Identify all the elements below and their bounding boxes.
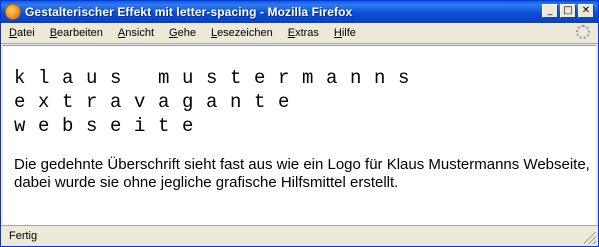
menu-extras[interactable]: Extras	[280, 27, 326, 39]
status-bar: Fertig	[1, 225, 598, 246]
minimize-button[interactable]: _	[542, 4, 558, 18]
status-text: Fertig	[9, 230, 38, 242]
logo-line-2: extravagante	[14, 91, 303, 113]
firefox-icon[interactable]	[5, 4, 21, 20]
menu-hilfe[interactable]: Hilfe	[326, 27, 363, 39]
window-controls: _ □ ✕	[542, 4, 594, 18]
menu-lesezeichen[interactable]: Lesezeichen	[203, 27, 280, 39]
title-bar[interactable]: Gestalterischer Effekt mit letter-spacin…	[1, 1, 598, 23]
menu-ansicht[interactable]: Ansicht	[110, 27, 161, 39]
logo-line-3: webseite	[14, 115, 207, 137]
menu-bearbeiten[interactable]: Bearbeiten	[42, 27, 110, 39]
resize-grip-icon[interactable]	[584, 232, 596, 244]
logo-heading: klaus mustermanns extravagante webseite	[14, 66, 596, 138]
description-paragraph: Die gedehnte Überschrift sieht fast aus …	[14, 156, 590, 191]
close-button[interactable]: ✕	[578, 4, 594, 18]
logo-line-1: klaus mustermanns	[14, 67, 423, 89]
menu-gehe[interactable]: Gehe	[161, 27, 203, 39]
menu-datei[interactable]: Datei	[1, 27, 42, 39]
browser-window: Gestalterischer Effekt mit letter-spacin…	[0, 0, 599, 247]
page-content[interactable]: klaus mustermanns extravagante webseite …	[3, 45, 596, 225]
window-title: Gestalterischer Effekt mit letter-spacin…	[25, 5, 353, 19]
maximize-button[interactable]: □	[560, 4, 576, 18]
throbber-icon	[576, 25, 590, 39]
menu-bar: Datei Bearbeiten Ansicht Gehe Lesezeiche…	[1, 23, 598, 44]
